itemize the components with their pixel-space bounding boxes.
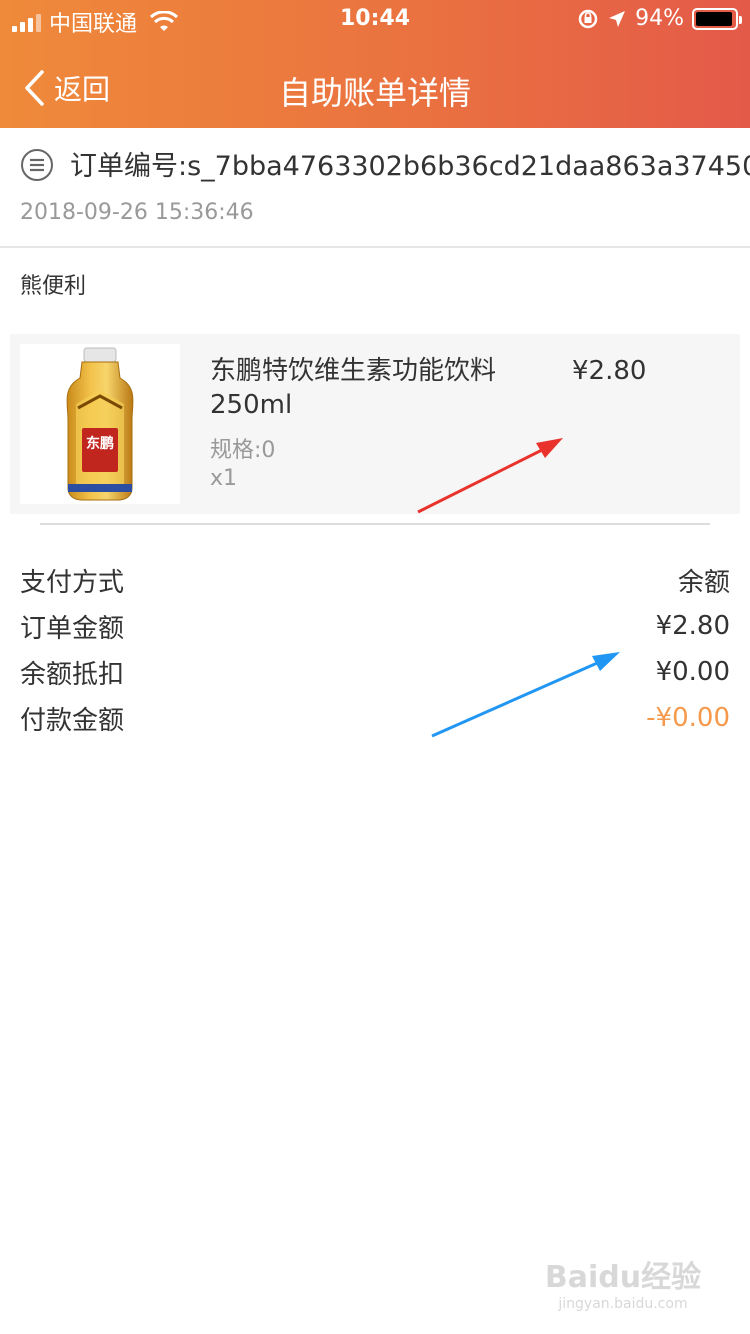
summary-value: 余额 <box>677 567 730 598</box>
product-quantity: x1 <box>210 466 238 491</box>
list-icon <box>21 149 53 181</box>
product-spec: 规格:0 <box>210 438 276 463</box>
battery-fill <box>696 11 732 26</box>
summary-value-highlight: -¥0.00 <box>646 703 730 733</box>
page-title: 自助账单详情 <box>278 74 471 112</box>
summary-row-order-amount: 订单金额 ¥2.80 <box>20 606 730 646</box>
summary-row-payment-method: 支付方式 余额 <box>20 560 730 600</box>
summary-label: 支付方式 <box>20 567 125 598</box>
bottle-brand-text: 东鹏 <box>86 435 114 452</box>
status-bar: 中国联通 10:44 94% <box>0 0 750 40</box>
orientation-lock-icon <box>578 9 598 28</box>
summary-label: 余额抵扣 <box>20 659 125 690</box>
order-number: 订单编号:s_7bba4763302b6b36cd21daa863a37450 <box>70 151 750 182</box>
header-bar: 中国联通 10:44 94% 返回 自助账单详情 <box>0 0 750 128</box>
summary-label: 订单金额 <box>20 613 125 644</box>
watermark: Baidu经验 jingyan.baidu.com <box>538 1252 708 1322</box>
watermark-sub: jingyan.baidu.com <box>558 1296 688 1312</box>
summary-row-balance-deduction: 余额抵扣 ¥0.00 <box>20 652 730 692</box>
product-price: ¥2.80 <box>572 356 647 386</box>
product-name: 东鹏特饮维生素功能饮料250ml <box>210 356 497 420</box>
shop-name: 熊便利 <box>20 274 87 299</box>
watermark-main: Baidu经验 <box>544 1260 702 1295</box>
nav-bar: 返回 自助账单详情 <box>0 50 750 128</box>
battery-percent: 94% <box>635 6 684 31</box>
order-header: 订单编号:s_7bba4763302b6b36cd21daa863a37450 … <box>0 128 750 248</box>
product-card[interactable]: 东鹏 东鹏特饮维生素功能饮料250ml ¥2.80 规格:0 x1 <box>10 334 740 514</box>
battery-icon <box>692 7 742 30</box>
summary-label: 付款金额 <box>20 705 125 736</box>
location-icon <box>609 10 626 27</box>
drink-bottle-icon: 东鹏 <box>66 347 134 501</box>
order-datetime: 2018-09-26 15:36:46 <box>20 200 254 225</box>
summary-value: ¥0.00 <box>655 657 730 687</box>
status-right: 94% <box>577 6 742 31</box>
product-image: 东鹏 <box>20 344 180 504</box>
summary-row-payment-amount: 付款金额 -¥0.00 <box>20 698 730 738</box>
section-divider <box>40 523 710 525</box>
summary-value: ¥2.80 <box>655 611 730 641</box>
